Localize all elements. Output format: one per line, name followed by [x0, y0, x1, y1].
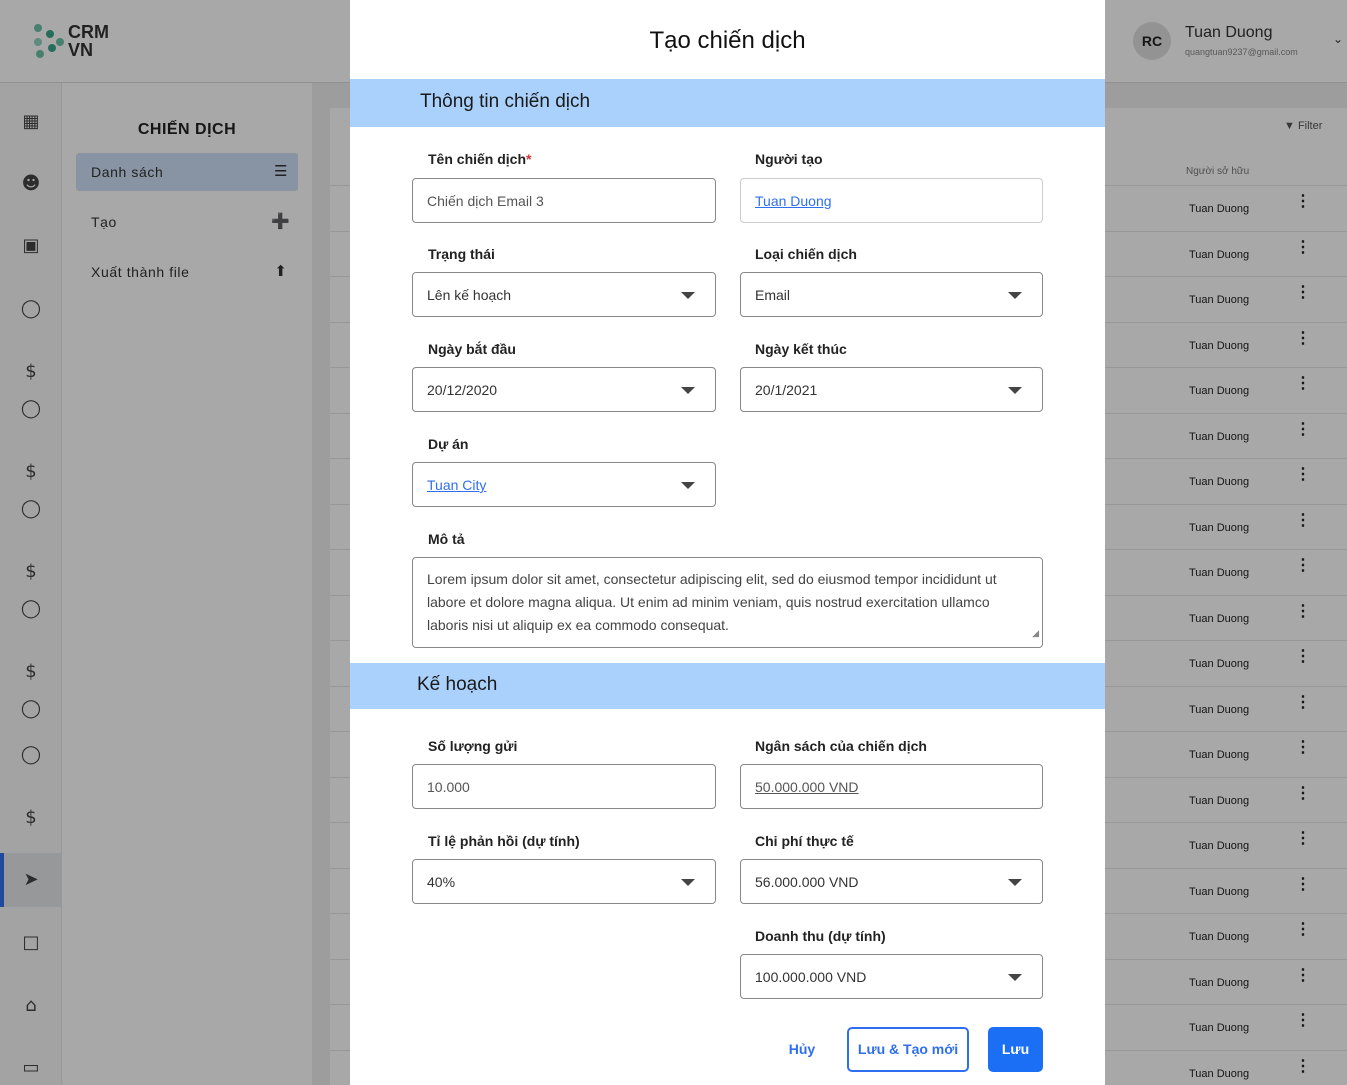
resize-handle-icon[interactable]: ◢: [1032, 622, 1039, 645]
actual-cost-value: 56.000.000 VND: [755, 874, 859, 890]
actual-cost-select[interactable]: 56.000.000 VND: [740, 859, 1043, 904]
caret-down-icon: [1008, 387, 1022, 394]
type-value: Email: [755, 287, 791, 303]
type-select[interactable]: Email: [740, 272, 1043, 317]
cancel-button[interactable]: Hủy: [772, 1027, 832, 1072]
end-date-picker[interactable]: 20/1/2021: [740, 367, 1043, 412]
response-rate-select[interactable]: 40%: [412, 859, 716, 904]
save-button[interactable]: Lưu: [988, 1027, 1043, 1072]
caret-down-icon: [1008, 879, 1022, 886]
campaign-name-placeholder: Chiến dịch Email 3: [427, 193, 544, 209]
budget-input[interactable]: 50.000.000 VND: [740, 764, 1043, 809]
page: CRM VN RC Tuan Duong quangtuan9237@gmail.…: [0, 0, 1347, 1085]
caret-down-icon: [681, 387, 695, 394]
caret-down-icon: [681, 292, 695, 299]
section-title: Thông tin chiến dịch: [420, 91, 591, 112]
response-rate-value: 40%: [427, 874, 456, 890]
response-rate-label: Tỉ lệ phản hồi (dự tính): [428, 833, 580, 849]
status-label: Trạng thái: [428, 246, 495, 262]
status-select[interactable]: Lên kế hoạch: [412, 272, 716, 317]
type-label: Loại chiến dịch: [755, 246, 857, 262]
status-value: Lên kế hoạch: [427, 287, 512, 303]
creator-value: Tuan Duong: [755, 193, 832, 209]
send-count-value: 10.000: [427, 779, 470, 795]
name-label-text: Tên chiến dịch: [428, 151, 527, 167]
revenue-select[interactable]: 100.000.000 VND: [740, 954, 1043, 999]
caret-down-icon: [681, 879, 695, 886]
start-date-picker[interactable]: 20/12/2020: [412, 367, 716, 412]
start-date-value: 20/12/2020: [427, 382, 498, 398]
name-label: Tên chiến dịch*: [428, 151, 531, 167]
required-marker: *: [526, 151, 532, 167]
save-and-new-button[interactable]: Lưu & Tạo mới: [847, 1027, 969, 1072]
budget-value: 50.000.000 VND: [755, 779, 859, 795]
creator-label: Người tạo: [755, 151, 823, 167]
caret-down-icon: [681, 482, 695, 489]
budget-label: Ngân sách của chiến dịch: [755, 738, 927, 754]
send-count-input[interactable]: 10.000: [412, 764, 716, 809]
section-title: Kế hoạch: [417, 674, 498, 695]
description-text: Lorem ipsum dolor sit amet, consectetur …: [427, 571, 997, 633]
end-date-label: Ngày kết thúc: [755, 341, 847, 357]
section-campaign-info: Thông tin chiến dịch: [350, 79, 1105, 127]
start-date-label: Ngày bắt đầu: [428, 341, 516, 357]
caret-down-icon: [1008, 292, 1022, 299]
send-count-label: Số lượng gửi: [428, 738, 518, 754]
end-date-value: 20/1/2021: [755, 382, 818, 398]
revenue-value: 100.000.000 VND: [755, 969, 867, 985]
project-label: Dự án: [428, 436, 469, 452]
caret-down-icon: [1008, 974, 1022, 981]
project-select[interactable]: Tuan City: [412, 462, 716, 507]
revenue-label: Doanh thu (dự tính): [755, 928, 886, 944]
creator-field: Tuan Duong: [740, 178, 1043, 223]
description-label: Mô tả: [428, 531, 465, 547]
description-textarea[interactable]: Lorem ipsum dolor sit amet, consectetur …: [412, 557, 1043, 648]
actual-cost-label: Chi phí thực tế: [755, 833, 854, 849]
project-value: Tuan City: [427, 477, 487, 493]
section-plan: Kế hoạch: [350, 663, 1105, 709]
dialog-title: Tạo chiến dịch: [649, 27, 806, 54]
create-campaign-dialog: Tạo chiến dịch Thông tin chiến dịch Tên …: [350, 0, 1105, 1085]
campaign-name-input[interactable]: Chiến dịch Email 3: [412, 178, 716, 223]
